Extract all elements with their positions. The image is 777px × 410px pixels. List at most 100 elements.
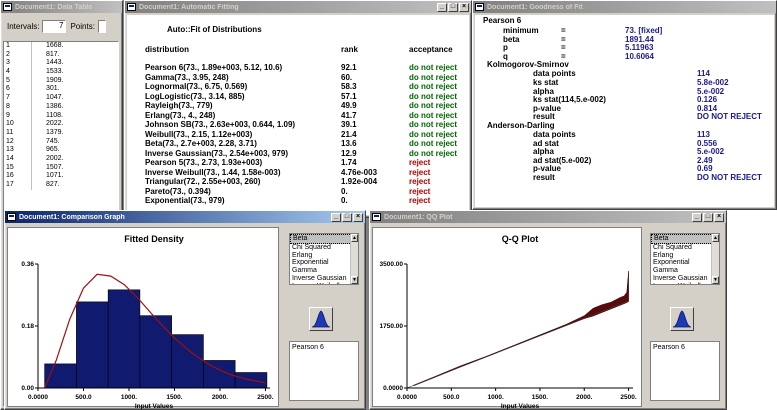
auto-fit-titlebar[interactable]: Document1: Automatic Fitting _ □ × <box>125 1 471 13</box>
row-value[interactable]: 1047. <box>32 94 118 103</box>
add-distribution-button[interactable] <box>309 307 333 331</box>
scroll-up-icon[interactable]: ▲ <box>712 234 719 242</box>
row-value[interactable]: 965. <box>32 146 118 155</box>
data-table-titlebar[interactable]: Document1: Data Table <box>1 1 122 13</box>
row-value[interactable]: 827. <box>32 181 118 190</box>
list-item[interactable]: Chi Squared <box>651 244 719 252</box>
selected-distribution[interactable]: Pearson 6 <box>292 344 324 351</box>
list-item[interactable]: Inverse Weibull <box>290 283 358 284</box>
fit-row[interactable]: Exponential(73., 979) 0. reject <box>127 196 469 206</box>
selected-distributions-box[interactable]: Pearson 6 <box>650 341 720 401</box>
fit-row[interactable]: LogLogistic(73., 3.14, 885) 57.1 do not re… <box>127 92 469 102</box>
points-input[interactable] <box>97 19 106 33</box>
list-item[interactable]: Gamma <box>651 267 719 275</box>
fit-row[interactable]: Inverse Gaussian(73., 2.54e+003, 979) 12.… <box>127 149 469 159</box>
fit-row[interactable]: Pearson 5(73., 2.73, 1.93e+003) 1.74 rejec… <box>127 158 469 168</box>
list-item[interactable]: Inverse Gaussian <box>290 275 358 283</box>
scroll-down-icon[interactable]: ▼ <box>712 276 719 284</box>
selected-distribution[interactable]: Pearson 6 <box>653 344 685 351</box>
minimize-button[interactable]: _ <box>692 212 702 222</box>
row-value[interactable]: 1443. <box>32 59 118 68</box>
table-row[interactable]: 3 1443. <box>4 59 118 69</box>
list-item[interactable]: Erlang <box>651 252 719 260</box>
fit-row[interactable]: Johnson SB(73., 2.63e+003, 0.644, 1.09) 3… <box>127 120 469 130</box>
list-item[interactable]: Chi Squared <box>290 244 358 252</box>
table-row[interactable]: 8 1386. <box>4 102 118 112</box>
list-scrollbar[interactable]: ▲ ▼ <box>350 234 358 284</box>
fit-results-table[interactable]: Pearson 6(73., 1.89e+003, 5.12, 10.6) 92.… <box>127 63 469 206</box>
row-value[interactable]: 1108. <box>32 112 118 121</box>
row-value[interactable]: 1909. <box>32 77 118 86</box>
qq-plot-pane[interactable]: Q-Q Plot 0.0000 500.0 1000. 1500. 2000. 2500. 0… <box>372 227 642 409</box>
maximize-button[interactable]: □ <box>703 212 713 222</box>
row-value[interactable]: 1533. <box>32 68 118 77</box>
fit-row[interactable]: Pareto(73., 0.394) 0. reject <box>127 187 469 197</box>
table-row[interactable]: 15 1507. <box>4 163 118 173</box>
table-row[interactable]: 7 1047. <box>4 94 118 103</box>
qq-plot-window[interactable]: Document1: QQ Plot _ □ × Q-Q Plot 0.0000 5… <box>369 210 727 410</box>
table-row[interactable]: 9 1108. <box>4 111 118 121</box>
close-button[interactable]: × <box>353 212 363 222</box>
close-button[interactable]: × <box>714 212 724 222</box>
row-value[interactable]: 745. <box>32 138 118 147</box>
minimize-button[interactable]: _ <box>437 2 447 12</box>
fit-row[interactable]: Gamma(73., 3.95, 248) 60. do not reject <box>127 73 469 83</box>
table-row[interactable]: 4 1533. <box>4 68 118 77</box>
row-value[interactable]: 1071. <box>32 172 118 181</box>
density-plot-pane[interactable]: Fitted Density 0.0000 500.0 1000. 1500. 2000.… <box>7 227 279 409</box>
table-row[interactable]: 14 2002. <box>4 154 118 164</box>
table-row[interactable]: 12 745. <box>4 137 118 147</box>
auto-fit-window[interactable]: Document1: Automatic Fitting _ □ × Auto:… <box>124 0 472 218</box>
row-value[interactable]: 2022. <box>32 120 118 129</box>
table-row[interactable]: 2 817. <box>4 50 118 60</box>
fit-row[interactable]: Inverse Weibull(73., 1.44, 1.58e-003) 4.7… <box>127 168 469 178</box>
fit-row[interactable]: Lognormal(73., 6.75, 0.569) 58.3 do not re… <box>127 82 469 92</box>
list-item[interactable]: Beta <box>651 234 719 244</box>
row-value[interactable]: 2002. <box>32 155 118 164</box>
table-row[interactable]: 10 2022. <box>4 120 118 129</box>
intervals-input[interactable]: 7 <box>42 19 67 33</box>
row-value[interactable]: 1668. <box>32 42 118 51</box>
list-scrollbar[interactable]: ▲ ▼ <box>711 234 719 284</box>
table-row[interactable]: 16 1071. <box>4 172 118 181</box>
goodness-of-fit-window[interactable]: Document1: Goodness of Fit Pearson 6 mini… <box>472 0 777 210</box>
comparison-titlebar[interactable]: Document1: Comparison Graph _ □ × <box>5 211 365 223</box>
add-distribution-button[interactable] <box>670 307 694 331</box>
list-item[interactable]: Exponential <box>651 259 719 267</box>
list-item[interactable]: Beta <box>290 234 358 244</box>
table-row[interactable]: 11 1379. <box>4 128 118 138</box>
scroll-up-icon[interactable]: ▲ <box>351 234 358 242</box>
row-value[interactable]: 1507. <box>32 164 118 173</box>
fit-row[interactable]: Rayleigh(73., 779) 49.9 do not reject <box>127 101 469 111</box>
table-row[interactable]: 13 965. <box>4 146 118 155</box>
qq-titlebar[interactable]: Document1: QQ Plot _ □ × <box>370 211 726 223</box>
fit-row[interactable]: Erlang(73., 4., 248) 41.7 do not reject <box>127 111 469 121</box>
row-value[interactable]: 817. <box>32 51 118 60</box>
fit-row[interactable]: Weibull(73., 2.15, 1.12e+003) 21.4 do not … <box>127 130 469 140</box>
selected-distributions-box[interactable]: Pearson 6 <box>289 341 359 401</box>
row-value[interactable]: 301. <box>32 85 118 94</box>
list-item[interactable]: Gamma <box>290 267 358 275</box>
maximize-button[interactable]: □ <box>448 2 458 12</box>
table-row[interactable]: 5 1909. <box>4 76 118 86</box>
table-row[interactable]: 1 1668. <box>4 42 118 51</box>
gof-titlebar[interactable]: Document1: Goodness of Fit <box>473 1 776 13</box>
minimize-button[interactable]: _ <box>331 212 341 222</box>
list-item[interactable]: Inverse Weibull <box>651 283 719 284</box>
fit-row[interactable]: Pearson 6(73., 1.89e+003, 5.12, 10.6) 92.… <box>127 63 469 73</box>
table-row[interactable]: 6 301. <box>4 85 118 95</box>
list-item[interactable]: Exponential <box>290 259 358 267</box>
fit-row[interactable]: Beta(73., 2.7e+003, 2.28, 3.71) 13.6 do no… <box>127 139 469 149</box>
comparison-graph-window[interactable]: Document1: Comparison Graph _ □ × Fitted… <box>4 210 366 410</box>
list-item[interactable]: Erlang <box>290 252 358 260</box>
close-button[interactable]: × <box>459 2 469 12</box>
row-value[interactable]: 1379. <box>32 129 118 138</box>
fit-row[interactable]: Triangular(72., 2.55e+003, 260) 1.92e-004… <box>127 177 469 187</box>
distribution-list[interactable]: Beta Chi Squared Erlang Exponential Gamma Inv… <box>650 233 720 285</box>
row-value[interactable]: 1386. <box>32 103 118 112</box>
scroll-down-icon[interactable]: ▼ <box>351 276 358 284</box>
maximize-button[interactable]: □ <box>342 212 352 222</box>
table-row[interactable]: 17 827. <box>4 181 118 190</box>
list-item[interactable]: Inverse Gaussian <box>651 275 719 283</box>
distribution-list[interactable]: Beta Chi Squared Erlang Exponential Gamma Inv… <box>289 233 359 285</box>
